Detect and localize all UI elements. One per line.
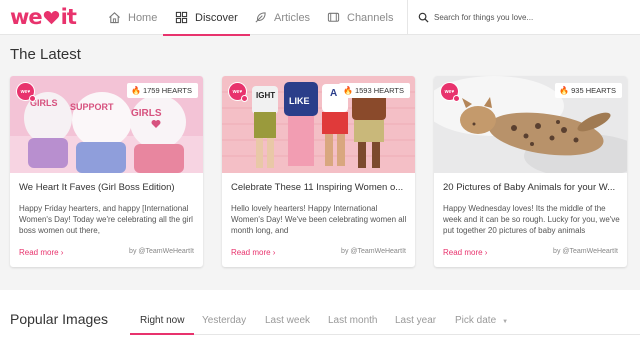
- author-avatar[interactable]: we♥: [228, 82, 248, 102]
- author-avatar[interactable]: we♥: [16, 82, 36, 102]
- avatar-badge: [29, 95, 36, 102]
- image-word-support: SUPPORT: [70, 102, 114, 112]
- article-title[interactable]: 20 Pictures of Baby Animals for your W..…: [443, 182, 621, 193]
- article-author[interactable]: by @TeamWeHeartIt: [553, 248, 618, 255]
- chevron-down-icon: ▼: [502, 319, 509, 325]
- image-word-girls-2: GIRLS: [131, 108, 162, 119]
- section-title-latest: The Latest: [10, 46, 81, 63]
- nav-articles-label: Articles: [274, 11, 311, 24]
- search-input[interactable]: [434, 13, 624, 22]
- article-author[interactable]: by @TeamWeHeartIt: [129, 248, 194, 255]
- article-card[interactable]: GIRLS SUPPORT GIRLS we♥ 🔥 1759 HEARTS We…: [10, 76, 203, 267]
- image-word-ight: IGHT: [256, 91, 275, 100]
- article-excerpt: Hello lovely hearters! Happy Internation…: [231, 204, 407, 235]
- nav-home-label: Home: [128, 11, 158, 24]
- image-word-like: LIKE: [289, 96, 310, 106]
- filter-tab-last-week[interactable]: Last week: [265, 315, 310, 326]
- article-title[interactable]: We Heart It Faves (Girl Boss Edition): [19, 182, 197, 193]
- flame-icon: 🔥: [130, 86, 141, 95]
- hearts-badge: 🔥 1593 HEARTS: [338, 83, 410, 98]
- article-image[interactable]: we♥ 🔥 935 HEARTS: [434, 76, 627, 173]
- pick-date-label: Pick date: [455, 315, 497, 326]
- tv-icon: [327, 12, 340, 22]
- hearts-badge: 🔥 935 HEARTS: [555, 83, 622, 98]
- section-title-popular: Popular Images: [10, 311, 109, 327]
- nav-discover[interactable]: Discover: [163, 0, 250, 36]
- weheartit-logo[interactable]: we it: [10, 5, 77, 29]
- nav-discover-label: Discover: [195, 11, 238, 24]
- search-icon: [418, 12, 429, 23]
- article-author[interactable]: by @TeamWeHeartIt: [341, 248, 406, 255]
- avatar-badge: [241, 95, 248, 102]
- nav-channels-label: Channels: [347, 11, 394, 24]
- article-excerpt: Happy Friday hearters, and happy [Intern…: [19, 204, 193, 235]
- nav-home[interactable]: Home: [108, 0, 157, 35]
- hearts-badge: 🔥 1759 HEARTS: [126, 83, 198, 98]
- avatar-badge: [453, 95, 460, 102]
- flame-icon: 🔥: [342, 86, 353, 95]
- search-bar[interactable]: [408, 0, 640, 35]
- nav-articles[interactable]: Articles: [254, 0, 310, 35]
- home-icon: [109, 12, 120, 24]
- flame-icon: 🔥: [559, 86, 570, 95]
- hearts-count: 935 HEARTS: [571, 86, 616, 95]
- hearts-count: 1593 HEARTS: [354, 86, 404, 95]
- filter-tab-last-month[interactable]: Last month: [328, 315, 377, 326]
- logo-text-it: it: [60, 5, 77, 29]
- filter-tabs-divider: [130, 334, 640, 335]
- heart-logo-icon: [43, 10, 59, 24]
- read-more-link[interactable]: Read more ›: [19, 248, 63, 257]
- logo-text-we: we: [10, 5, 43, 29]
- article-image[interactable]: IGHT LIKE A we♥ 🔥 1593 HEARTS: [222, 76, 415, 173]
- filter-pick-date[interactable]: Pick date ▼: [455, 315, 508, 326]
- grid-icon: [175, 11, 188, 24]
- nav-channels[interactable]: Channels: [327, 0, 393, 35]
- top-navigation-bar: we it Home Discover Articles Channels: [0, 0, 640, 36]
- filter-tab-last-year[interactable]: Last year: [395, 315, 436, 326]
- article-card[interactable]: we♥ 🔥 935 HEARTS 20 Pictures of Baby Ani…: [434, 76, 627, 267]
- filter-tab-right-now[interactable]: Right now: [129, 315, 196, 335]
- feather-icon: [255, 12, 266, 23]
- read-more-link[interactable]: Read more ›: [231, 248, 275, 257]
- article-excerpt: Happy Wednesday loves! Its the middle of…: [443, 204, 620, 235]
- image-word-a: A: [330, 88, 337, 99]
- article-card[interactable]: IGHT LIKE A we♥ 🔥 1593 HEARTS Celebrate …: [222, 76, 415, 267]
- filter-tab-yesterday[interactable]: Yesterday: [202, 315, 246, 326]
- article-image[interactable]: GIRLS SUPPORT GIRLS we♥ 🔥 1759 HEARTS: [10, 76, 203, 173]
- author-avatar[interactable]: we♥: [440, 82, 460, 102]
- read-more-link[interactable]: Read more ›: [443, 248, 487, 257]
- hearts-count: 1759 HEARTS: [142, 86, 192, 95]
- article-title[interactable]: Celebrate These 11 Inspiring Women o...: [231, 182, 409, 193]
